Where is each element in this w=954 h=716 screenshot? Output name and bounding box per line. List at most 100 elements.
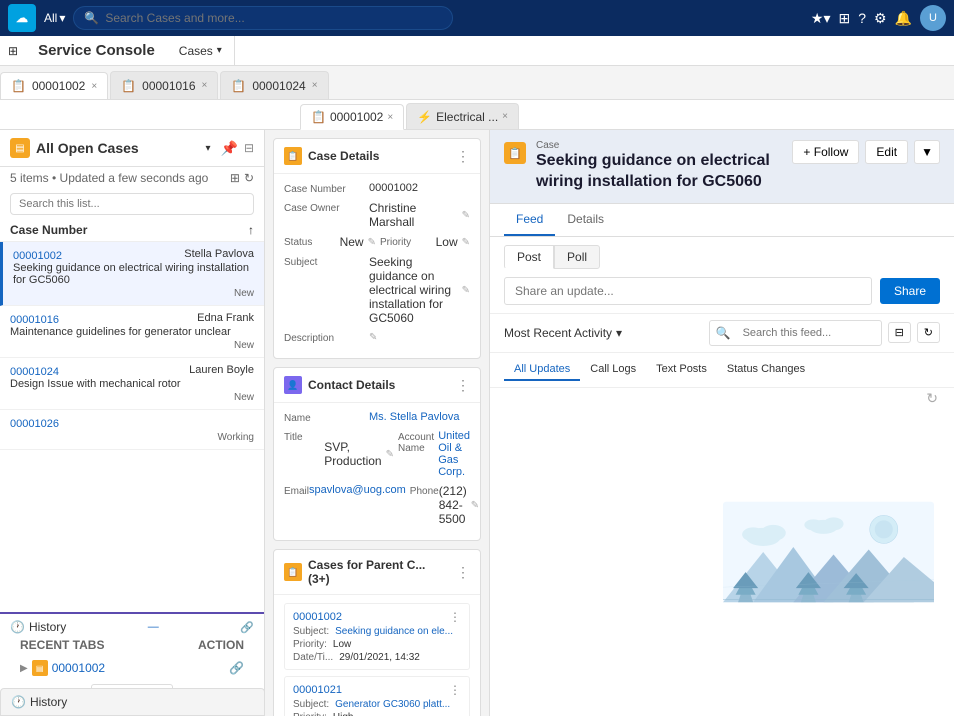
favorites-icon[interactable]: ★▾ — [811, 10, 831, 27]
help-icon[interactable]: ? — [858, 10, 866, 26]
sub-tab-electrical-close[interactable]: × — [502, 111, 508, 122]
related-date-label: Date/Ti... — [293, 652, 333, 663]
contact-name-value[interactable]: Ms. Stella Pavlova — [369, 411, 470, 424]
contact-details-more-icon[interactable]: ⋮ — [456, 377, 470, 394]
top-nav: ☁ All ▾ 🔍 ★▾ ⊞ ? ⚙ 🔔 U — [0, 0, 954, 36]
feed-controls: Most Recent Activity ▾ 🔍 ⊟ ↻ — [490, 314, 954, 353]
cases-parent-more-icon[interactable]: ⋮ — [456, 564, 470, 581]
sidebar-case-00001024[interactable]: 00001024 Lauren Boyle Design Issue with … — [0, 358, 264, 410]
history-bar[interactable]: 🕐 History — [0, 688, 265, 716]
feed-tab-feed[interactable]: Feed — [504, 204, 555, 236]
recent-tab-icon: ▤ — [32, 660, 48, 676]
related-case-expand[interactable]: ⋮ — [449, 683, 461, 697]
feed-filter-btn[interactable]: ⊟ — [888, 322, 911, 343]
status-edit-icon[interactable]: ✎ — [368, 237, 376, 248]
refresh-icon[interactable]: ↻ — [926, 390, 938, 407]
tab-bar: 📋 00001002 × 📋 00001016 × 📋 00001024 × — [0, 66, 954, 100]
contact-email-value[interactable]: spavlova@uog.com — [309, 484, 406, 526]
case-owner-edit-icon[interactable]: ✎ — [462, 210, 470, 221]
share-button[interactable]: Share — [880, 278, 940, 304]
update-tabs: All Updates Call Logs Text Posts Status … — [490, 353, 954, 388]
contact-phone-edit-icon[interactable]: ✎ — [471, 500, 479, 511]
update-tab-call-logs[interactable]: Call Logs — [580, 359, 646, 381]
priority-edit-icon[interactable]: ✎ — [462, 237, 470, 248]
notification-icon[interactable]: 🔔 — [895, 10, 912, 27]
global-search-input[interactable] — [105, 11, 442, 25]
sidebar-case-00001002[interactable]: 00001002 Stella Pavlova Seeking guidance… — [0, 242, 264, 306]
recent-tab-copy-icon[interactable]: 🔗 — [229, 661, 244, 675]
sidebar-view-toggle[interactable]: ⊞ — [230, 171, 240, 185]
contact-email-field: Email spavlova@uog.com Phone (212) 842-5… — [284, 484, 470, 526]
case-details-more-icon[interactable]: ⋮ — [456, 148, 470, 165]
related-case-date-row: Date/Ti... 29/01/2021, 14:32 — [293, 652, 461, 663]
update-tab-text-posts[interactable]: Text Posts — [646, 359, 717, 381]
edit-button[interactable]: Edit — [865, 140, 908, 164]
salesforce-logo[interactable]: ☁ — [8, 4, 36, 32]
filter-chevron-icon: ▾ — [616, 326, 622, 340]
feed-tab-details[interactable]: Details — [555, 204, 616, 236]
description-edit-icon[interactable]: ✎ — [369, 332, 377, 343]
post-input-row: Share — [504, 277, 940, 305]
action-label: ACTION — [198, 638, 244, 652]
contact-details-card: 👤 Contact Details ⋮ Name Ms. Stella Pavl… — [273, 367, 481, 541]
related-subject-label: Subject: — [293, 626, 329, 637]
related-case-num[interactable]: 00001002 — [293, 611, 342, 623]
sidebar-pin-icon[interactable]: 📌 — [221, 140, 238, 157]
contact-title-edit-icon[interactable]: ✎ — [386, 449, 394, 460]
sidebar-meta-text: 5 items • Updated a few seconds ago — [10, 171, 208, 185]
case-owner-link[interactable]: Christine Marshall — [369, 201, 458, 229]
settings-icon[interactable]: ⚙ — [874, 10, 887, 27]
sidebar-dropdown-icon[interactable]: ▾ — [205, 143, 210, 154]
tab-00001016-close[interactable]: × — [202, 80, 208, 91]
subject-edit-icon[interactable]: ✎ — [462, 285, 470, 296]
related-case-num[interactable]: 00001021 — [293, 684, 342, 696]
recent-tabs-label: RECENT TABS — [20, 638, 104, 652]
post-tab-post[interactable]: Post — [504, 245, 554, 269]
sub-tab-00001002-close[interactable]: × — [387, 112, 393, 123]
expand-icon[interactable]: ▶ — [20, 663, 28, 674]
update-tab-status-changes[interactable]: Status Changes — [717, 359, 815, 381]
tab-00001024-close[interactable]: × — [312, 80, 318, 91]
tab-00001002[interactable]: 📋 00001002 × — [0, 72, 108, 100]
case-owner: Stella Pavlova — [184, 248, 254, 260]
related-case-expand[interactable]: ⋮ — [449, 610, 461, 624]
case-num: 00001026 — [10, 418, 59, 430]
tab-00001024[interactable]: 📋 00001024 × — [220, 71, 328, 99]
avatar[interactable]: U — [920, 5, 946, 31]
post-input[interactable] — [504, 277, 872, 305]
sidebar-case-00001016[interactable]: 00001016 Edna Frank Maintenance guidelin… — [0, 306, 264, 358]
recent-tab-00001002[interactable]: ▶ ▤ 00001002 🔗 — [10, 656, 254, 680]
account-name-value[interactable]: United Oil & Gas Corp. — [438, 430, 470, 478]
waffle-icon[interactable]: ⊞ — [838, 10, 850, 27]
app-title: Service Console — [26, 42, 167, 59]
update-tab-all[interactable]: All Updates — [504, 359, 580, 381]
history-link-icon[interactable]: 🔗 — [240, 621, 254, 634]
related-subject-val[interactable]: Seeking guidance on ele... — [335, 626, 453, 637]
sidebar-refresh-icon[interactable]: ↻ — [244, 171, 254, 185]
more-button[interactable]: ▼ — [914, 140, 940, 164]
app-grid-icon[interactable]: ⊞ — [0, 44, 26, 58]
follow-button[interactable]: + Follow — [792, 140, 859, 164]
tab-00001002-close[interactable]: × — [91, 81, 97, 92]
post-tab-poll[interactable]: Poll — [554, 245, 600, 269]
related-subject-val[interactable]: Generator GC3060 platt... — [335, 699, 450, 710]
global-search-bar[interactable]: 🔍 — [73, 6, 453, 30]
tab-00001016[interactable]: 📋 00001016 × — [110, 71, 218, 99]
sidebar-search-input[interactable] — [10, 193, 254, 215]
sub-tab-electrical[interactable]: ⚡ Electrical ... × — [406, 103, 519, 129]
sort-icon[interactable]: ↑ — [248, 223, 254, 237]
sub-tab-00001002[interactable]: 📋 00001002 × — [300, 104, 404, 130]
account-name-label: Account Name — [398, 430, 438, 478]
cases-tab[interactable]: Cases ▾ — [167, 36, 235, 65]
history-collapse-btn[interactable]: — — [148, 621, 159, 633]
nav-all-menu[interactable]: All ▾ — [44, 11, 65, 25]
related-case-priority-row: Priority: Low — [293, 639, 461, 650]
sidebar-case-00001026[interactable]: 00001026 Working — [0, 410, 264, 450]
feed-filter[interactable]: Most Recent Activity ▾ — [504, 326, 622, 340]
feed-refresh-btn[interactable]: ↻ — [917, 322, 940, 343]
related-case-00001021: 00001021 ⋮ Subject: Generator GC3060 pla… — [284, 676, 470, 716]
sidebar-collapse-icon[interactable]: ⊟ — [244, 141, 254, 155]
related-case-00001002: 00001002 ⋮ Subject: Seeking guidance on … — [284, 603, 470, 670]
feed-search-input[interactable] — [735, 323, 875, 343]
history-bar-icon: 🕐 — [11, 695, 26, 709]
